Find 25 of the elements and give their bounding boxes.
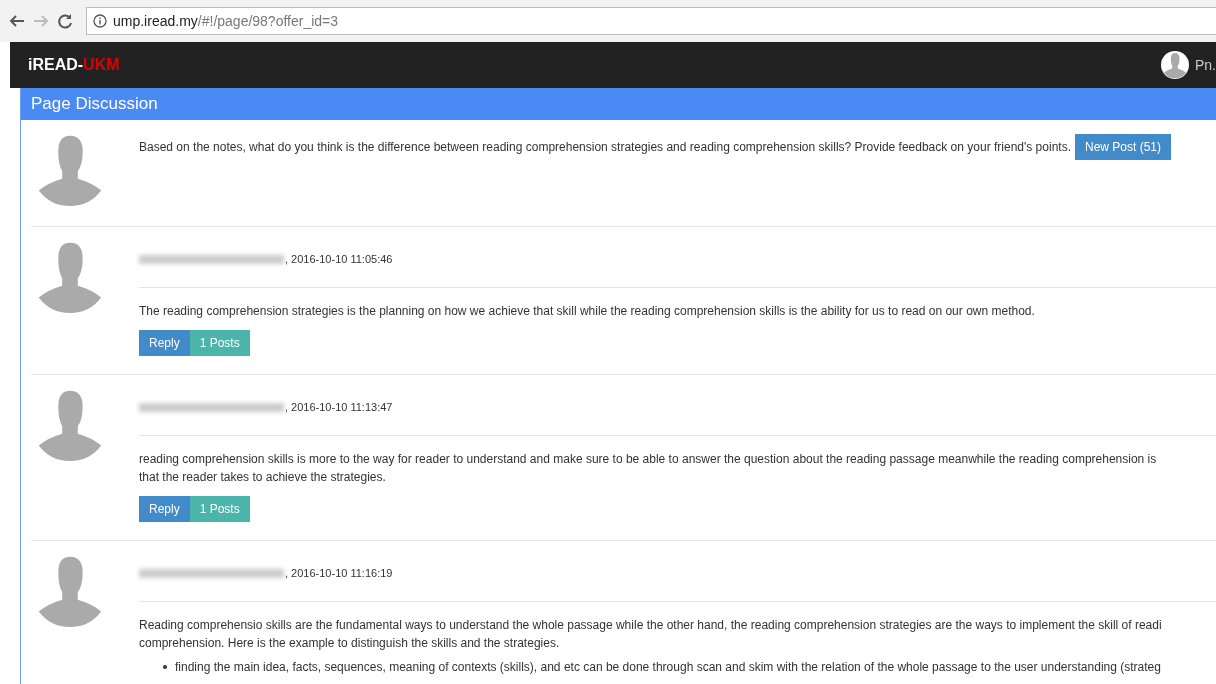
url-path: /#!/page/98?offer_id=3 [197, 13, 339, 29]
posts-count-button[interactable]: 1 Posts [189, 496, 250, 522]
post-text: reading comprehension skills is more to the way for reader to understand and make sure to be able to answer the question about the reading passage meanwhile the reading comprehension is [139, 451, 1158, 468]
post-text: that the reader takes to achieve the strategies. [139, 469, 387, 486]
post-meta: , 2016-10-10 11:16:19 [285, 567, 393, 579]
reply-button[interactable]: Reply [139, 330, 190, 356]
reply-button[interactable]: Reply [139, 496, 190, 522]
post-text: The reading comprehension strategies is the planning on how we achieve that skill while the reading comprehension skills is the ability for us to read on our own method. [139, 303, 1036, 320]
posts-count-button[interactable]: 1 Posts [189, 330, 250, 356]
post-text: comprehension. Here is the example to distinguish the skills and the strategies. [139, 635, 561, 652]
info-icon [93, 14, 107, 28]
url-host: ump.iread.my [113, 13, 198, 29]
avatar-icon [1161, 51, 1189, 79]
question-text: Based on the notes, what do you think is the difference between reading comprehension strategies and reading comprehension skills? Provide feedback on your friend's points. [139, 139, 1071, 154]
user-name[interactable]: Pn. [1195, 57, 1216, 73]
new-post-button[interactable]: New Post (51) [1075, 134, 1171, 160]
panel-title: Page Discussion [31, 94, 158, 114]
post-text: Reading comprehensio skills are the fundamental ways to understand the whole passage while the other hand, the reading comprehension strategies are the ways to implement the skill of readi [139, 617, 1163, 634]
brand-logo[interactable]: iREAD-UKM [28, 56, 120, 74]
reload-icon[interactable] [56, 12, 74, 30]
post-meta: , 2016-10-10 11:05:46 [285, 253, 393, 265]
post-meta: , 2016-10-10 11:13:47 [285, 401, 393, 413]
bullet-text: finding the main idea, facts, sequences, meaning of contexts (skills), and etc can be done through scan and skim with the relation of the whole passage to the user understanding (strateg [175, 659, 1161, 676]
bullet-icon [163, 665, 167, 669]
address-bar[interactable]: ump.iread.my/#!/page/98?offer_id=3 [86, 7, 1216, 35]
